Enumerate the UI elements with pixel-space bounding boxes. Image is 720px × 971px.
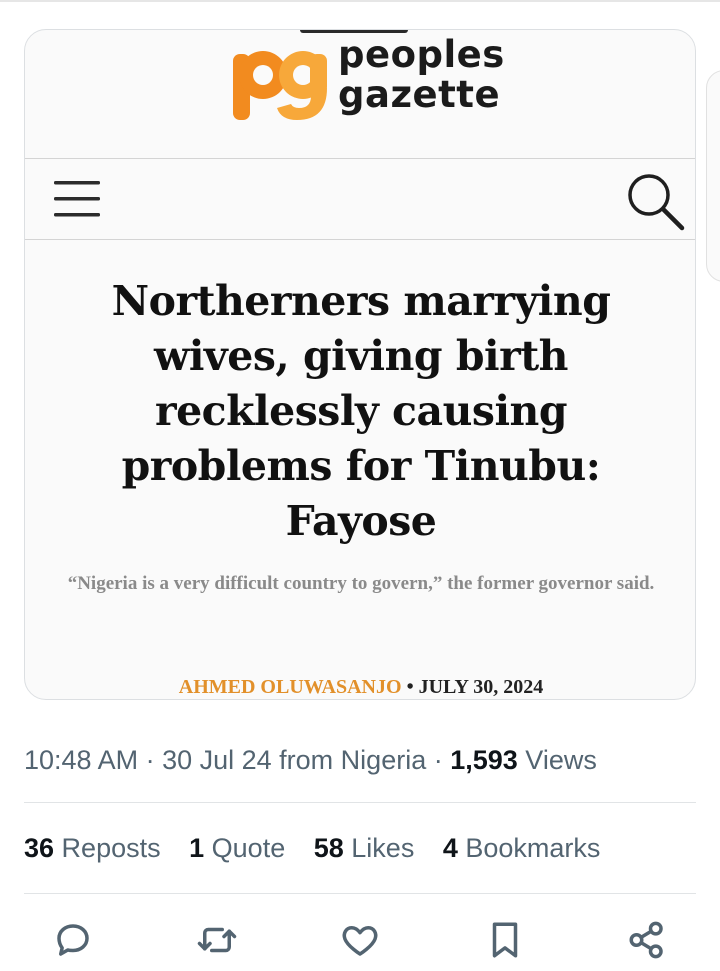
reply-button[interactable] <box>52 919 94 961</box>
like-icon <box>342 926 378 956</box>
tweet-date[interactable]: 30 Jul 24 <box>162 745 272 775</box>
divider <box>24 802 696 803</box>
meta-separator: · <box>426 745 451 775</box>
engagement-stats: 36 Reposts 1 Quote 58 Likes 4 Bookmarks <box>24 830 621 866</box>
like-button[interactable] <box>339 919 381 961</box>
likes-count: 58 <box>313 833 344 863</box>
reposts-stat[interactable]: 36 Reposts <box>24 830 161 866</box>
tweet-location: from Nigeria <box>271 745 427 775</box>
repost-button[interactable] <box>196 919 238 961</box>
repost-icon <box>197 927 237 953</box>
bookmarks-count: 4 <box>442 833 458 863</box>
quotes-label: Quote <box>204 833 286 863</box>
peoples-gazette-logo-icon <box>233 51 327 120</box>
reply-icon <box>57 924 89 956</box>
share-button[interactable] <box>626 919 668 961</box>
bookmarks-label: Bookmarks <box>457 833 601 863</box>
hamburger-menu-icon[interactable] <box>52 177 102 221</box>
divider <box>24 893 696 894</box>
likes-stat[interactable]: 58 Likes <box>314 830 415 866</box>
quotes-stat[interactable]: 1 Quote <box>189 830 285 866</box>
tweet-time[interactable]: 10:48 AM <box>24 745 138 775</box>
article-headline: Northerners marrying wives, giving birth… <box>111 277 611 545</box>
site-header: peoples gazette <box>25 30 695 158</box>
share-icon <box>629 921 663 959</box>
likes-label: Likes <box>343 833 415 863</box>
tweet-meta: 10:48 AM · 30 Jul 24 from Nigeria · 1,59… <box>24 742 597 778</box>
logo-word-gazette: gazette <box>338 73 501 116</box>
article-author: AHMED OLUWASANJO <box>178 676 402 698</box>
site-nav-bar <box>25 158 695 240</box>
bookmark-icon <box>492 922 518 958</box>
quotes-count: 1 <box>189 833 205 863</box>
reposts-label: Reposts <box>54 833 161 863</box>
tweet-action-bar <box>0 915 720 965</box>
views-count: 1,593 <box>450 745 518 775</box>
meta-separator: · <box>138 745 163 775</box>
top-divider <box>0 0 720 2</box>
logo-word-peoples: peoples <box>338 33 505 76</box>
link-preview-card[interactable]: peoples gazette Northerners marrying wiv… <box>24 29 696 700</box>
search-icon[interactable] <box>625 171 687 233</box>
article-date: JULY 30, 2024 <box>418 676 544 698</box>
views-label: Views <box>517 745 597 775</box>
adjacent-card-edge <box>706 70 720 282</box>
article-subtitle: “Nigeria is a very difficult country to … <box>67 573 655 594</box>
article-byline: AHMED OLUWASANJO • JULY 30, 2024 <box>65 675 657 699</box>
bookmarks-stat[interactable]: 4 Bookmarks <box>443 830 601 866</box>
byline-separator: • <box>401 676 419 698</box>
bookmark-button[interactable] <box>484 919 526 961</box>
reposts-count: 36 <box>24 833 55 863</box>
